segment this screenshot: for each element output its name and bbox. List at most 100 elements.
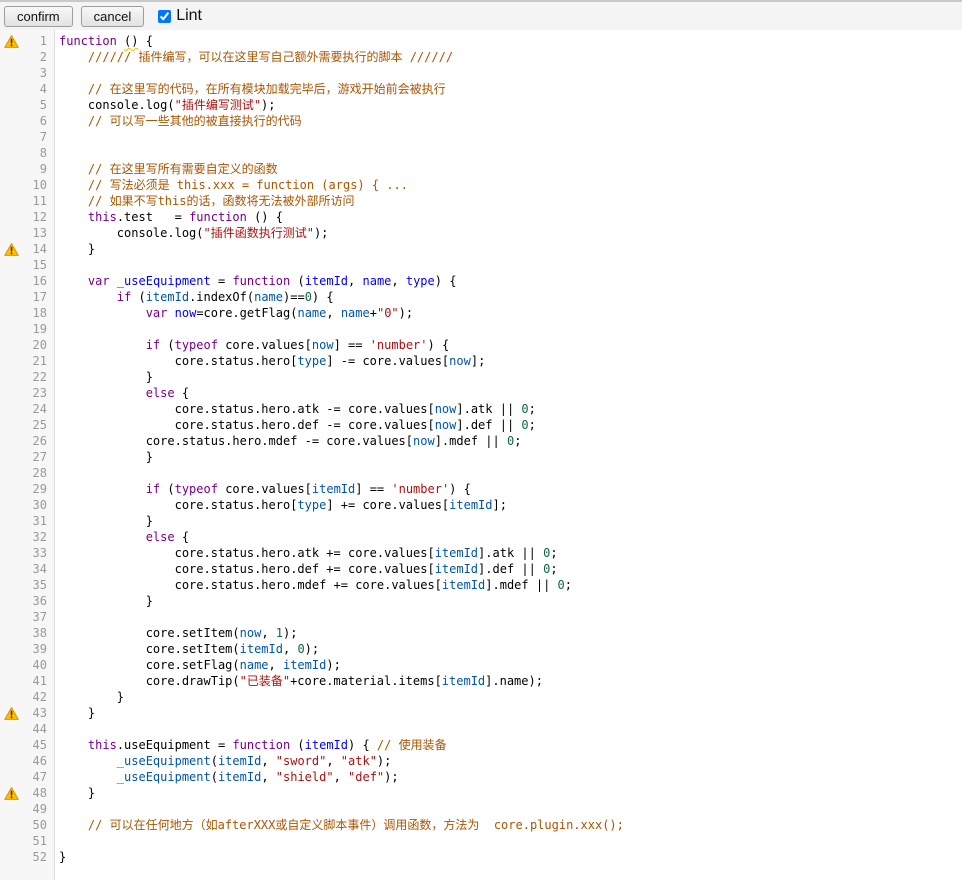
gutter-row: 36 [0, 593, 54, 609]
code-line[interactable] [59, 465, 624, 481]
gutter-row: 33 [0, 545, 54, 561]
code-line[interactable]: this.test = function () { [59, 209, 624, 225]
code-line[interactable] [59, 801, 624, 817]
code-line[interactable]: _useEquipment(itemId, "sword", "atk"); [59, 753, 624, 769]
token-pl: ].mdef || [485, 578, 557, 592]
code-line[interactable]: if (typeof core.values[now] == 'number')… [59, 337, 624, 353]
token-num: 0 [305, 290, 312, 304]
code-line[interactable]: } [59, 689, 624, 705]
code-line[interactable] [59, 321, 624, 337]
code-line[interactable]: console.log("插件编写测试"); [59, 97, 624, 113]
code-line[interactable]: core.status.hero[type] += core.values[it… [59, 497, 624, 513]
token-pl: ].mdef || [435, 434, 507, 448]
code-line[interactable]: // 在这里写所有需要自定义的函数 [59, 161, 624, 177]
lint-warning-icon[interactable] [0, 785, 20, 801]
confirm-button[interactable]: confirm [4, 6, 73, 27]
token-kw: var [146, 306, 168, 320]
gutter-row: 43 [0, 705, 54, 721]
token-pl: ; [529, 402, 536, 416]
code-line[interactable]: // 可以写一些其他的被直接执行的代码 [59, 113, 624, 129]
token-pl: core.status.hero.atk -= core.values[ [59, 402, 435, 416]
code-line[interactable]: var _useEquipment = function (itemId, na… [59, 273, 624, 289]
token-pl: core.status.hero.atk += core.values[ [59, 546, 435, 560]
code-line[interactable] [59, 129, 624, 145]
line-number: 42 [20, 689, 54, 705]
code-line[interactable]: if (typeof core.values[itemId] == 'numbe… [59, 481, 624, 497]
code-line[interactable]: else { [59, 529, 624, 545]
code-line[interactable]: ////// 插件编写，可以在这里写自己额外需要执行的脚本 ////// [59, 49, 624, 65]
token-str: "shield" [276, 770, 334, 784]
line-number: 28 [20, 465, 54, 481]
lint-checkbox[interactable] [158, 10, 171, 23]
gutter-row: 13 [0, 225, 54, 241]
code-line[interactable]: core.status.hero.def += core.values[item… [59, 561, 624, 577]
code-line[interactable]: } [59, 849, 624, 865]
code-line[interactable]: core.status.hero.mdef += core.values[ite… [59, 577, 624, 593]
code-line[interactable]: } [59, 241, 624, 257]
gutter-row: 19 [0, 321, 54, 337]
gutter-marker-empty [0, 817, 20, 833]
token-kw: typeof [175, 482, 218, 496]
lint-warning-icon[interactable] [0, 33, 20, 49]
token-pl [117, 34, 124, 48]
lint-toggle[interactable]: Lint [158, 7, 202, 25]
code-line[interactable]: core.status.hero.atk += core.values[item… [59, 545, 624, 561]
code-line[interactable]: core.status.hero[type] -= core.values[no… [59, 353, 624, 369]
gutter-row: 28 [0, 465, 54, 481]
cancel-button[interactable]: cancel [81, 6, 145, 27]
code-line[interactable] [59, 721, 624, 737]
code-line[interactable] [59, 145, 624, 161]
code-line[interactable] [59, 65, 624, 81]
code-line[interactable]: } [59, 785, 624, 801]
token-pl: console.log( [59, 98, 175, 112]
code-line[interactable] [59, 609, 624, 625]
code-line[interactable]: // 在这里写的代码，在所有模块加载完毕后，游戏开始前会被执行 [59, 81, 624, 97]
line-number: 32 [20, 529, 54, 545]
line-number: 21 [20, 353, 54, 369]
code-line[interactable]: core.status.hero.mdef -= core.values[now… [59, 433, 624, 449]
gutter-row: 17 [0, 289, 54, 305]
token-pl: ; [550, 546, 557, 560]
code-line[interactable] [59, 257, 624, 273]
code-line[interactable]: _useEquipment(itemId, "shield", "def"); [59, 769, 624, 785]
gutter-marker-empty [0, 433, 20, 449]
token-pl: ] == [334, 338, 370, 352]
code-line[interactable]: else { [59, 385, 624, 401]
code-line[interactable]: core.setItem(itemId, 0); [59, 641, 624, 657]
code-line[interactable]: console.log("插件函数执行测试"); [59, 225, 624, 241]
code-line[interactable]: function () { [59, 33, 624, 49]
code-line[interactable]: core.setItem(now, 1); [59, 625, 624, 641]
code-line[interactable]: core.status.hero.def -= core.values[now]… [59, 417, 624, 433]
code-line[interactable]: // 如果不写this的话，函数将无法被外部所访问 [59, 193, 624, 209]
line-number: 6 [20, 113, 54, 129]
code-line[interactable] [59, 833, 624, 849]
warning-triangle-icon [4, 243, 19, 256]
token-kw: var [88, 274, 110, 288]
code-line[interactable]: this.useEquipment = function (itemId) { … [59, 737, 624, 753]
gutter-marker-empty [0, 497, 20, 513]
code-line[interactable]: if (itemId.indexOf(name)==0) { [59, 289, 624, 305]
code-line[interactable]: } [59, 513, 624, 529]
code-line[interactable]: // 可以在任何地方（如afterXXX或自定义脚本事件）调用函数，方法为 co… [59, 817, 624, 833]
code-line[interactable]: } [59, 705, 624, 721]
token-pl: } [59, 242, 95, 256]
lint-warning-icon[interactable] [0, 705, 20, 721]
code-line[interactable]: } [59, 593, 624, 609]
code-line[interactable]: core.setFlag(name, itemId); [59, 657, 624, 673]
token-v2: itemId [218, 770, 261, 784]
code-area[interactable]: function () { ////// 插件编写，可以在这里写自己额外需要执行… [55, 30, 624, 880]
code-line[interactable]: } [59, 369, 624, 385]
token-pl: ].atk || [456, 402, 521, 416]
lint-warning-icon[interactable] [0, 241, 20, 257]
token-v2: itemId [442, 578, 485, 592]
gutter-row: 50 [0, 817, 54, 833]
code-line[interactable]: core.drawTip("已装备"+core.material.items[i… [59, 673, 624, 689]
token-pl: ) { [428, 338, 450, 352]
code-line[interactable]: // 写法必须是 this.xxx = function (args) { ..… [59, 177, 624, 193]
code-editor[interactable]: 1234567891011121314151617181920212223242… [0, 30, 962, 880]
token-v2: itemId [146, 290, 189, 304]
code-line[interactable]: var now=core.getFlag(name, name+"0"); [59, 305, 624, 321]
token-pl [59, 770, 117, 784]
code-line[interactable]: core.status.hero.atk -= core.values[now]… [59, 401, 624, 417]
code-line[interactable]: } [59, 449, 624, 465]
